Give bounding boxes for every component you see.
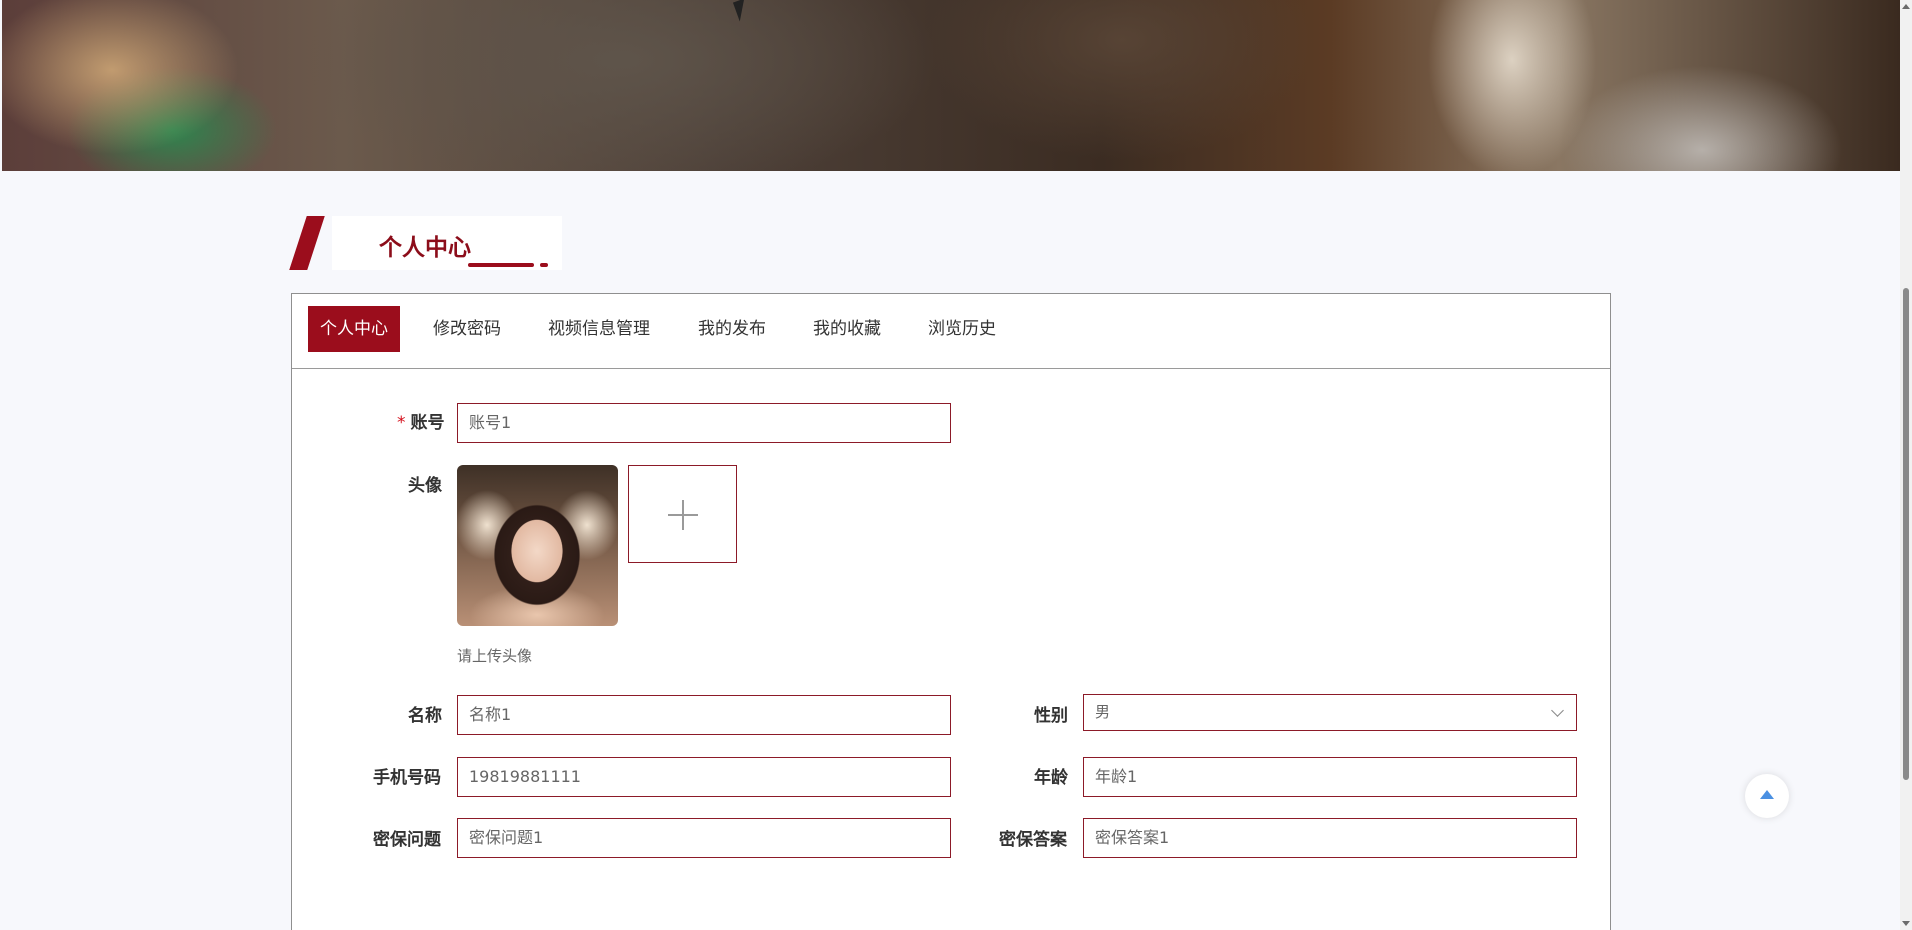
heading-underline bbox=[468, 263, 534, 267]
account-label-wrap: * 账号 bbox=[397, 408, 445, 433]
name-label: 名称 bbox=[408, 706, 442, 726]
vertical-scrollbar[interactable] bbox=[1900, 0, 1912, 930]
security-question-label: 密保问题 bbox=[373, 830, 441, 850]
avatar-image bbox=[457, 465, 618, 626]
avatar-upload-button[interactable] bbox=[628, 465, 737, 563]
back-to-top-button[interactable] bbox=[1745, 774, 1789, 818]
account-input[interactable]: 账号1 bbox=[457, 403, 951, 443]
scroll-down-arrow-icon[interactable] bbox=[1902, 921, 1910, 926]
scroll-up-arrow-icon[interactable] bbox=[1902, 4, 1910, 9]
section-heading: 个人中心 bbox=[289, 216, 562, 270]
security-answer-label: 密保答案 bbox=[999, 830, 1067, 850]
chevron-down-icon bbox=[1551, 704, 1564, 717]
tab-my-favorites[interactable]: 我的收藏 bbox=[813, 306, 881, 352]
tab-my-posts[interactable]: 我的发布 bbox=[698, 306, 766, 352]
heading-underline-dot bbox=[540, 263, 548, 267]
page: 个人中心 个人中心 修改密码 视频信息管理 我的发布 我的收藏 浏览历史 * 账号… bbox=[0, 0, 1912, 930]
tab-browsing-history[interactable]: 浏览历史 bbox=[928, 306, 996, 352]
page-title: 个人中心 bbox=[379, 235, 471, 261]
tab-profile[interactable]: 个人中心 bbox=[308, 306, 400, 352]
avatar-label: 头像 bbox=[408, 476, 442, 496]
heading-accent-bar bbox=[289, 216, 325, 270]
security-question-input[interactable]: 密保问题1 bbox=[457, 818, 951, 858]
phone-input[interactable]: 19819881111 bbox=[457, 757, 951, 797]
avatar-hint: 请上传头像 bbox=[457, 647, 533, 665]
phone-label: 手机号码 bbox=[373, 768, 441, 788]
arrow-up-icon bbox=[1760, 790, 1774, 799]
age-input[interactable]: 年龄1 bbox=[1083, 757, 1577, 797]
security-answer-input[interactable]: 密保答案1 bbox=[1083, 818, 1577, 858]
gender-select[interactable]: 男 bbox=[1083, 694, 1577, 731]
tab-change-password[interactable]: 修改密码 bbox=[433, 306, 501, 352]
banner-image bbox=[2, 0, 1900, 171]
tab-bar: 个人中心 修改密码 视频信息管理 我的发布 我的收藏 浏览历史 bbox=[292, 294, 1610, 369]
tab-video-management[interactable]: 视频信息管理 bbox=[548, 306, 650, 352]
plus-icon-vertical bbox=[682, 500, 684, 530]
gender-label: 性别 bbox=[1034, 706, 1068, 726]
required-mark: * bbox=[397, 413, 406, 433]
name-input[interactable]: 名称1 bbox=[457, 695, 951, 735]
age-label: 年龄 bbox=[1034, 768, 1068, 788]
scrollbar-thumb[interactable] bbox=[1903, 288, 1909, 780]
gender-selected-value: 男 bbox=[1095, 703, 1111, 721]
account-label: 账号 bbox=[410, 413, 445, 433]
